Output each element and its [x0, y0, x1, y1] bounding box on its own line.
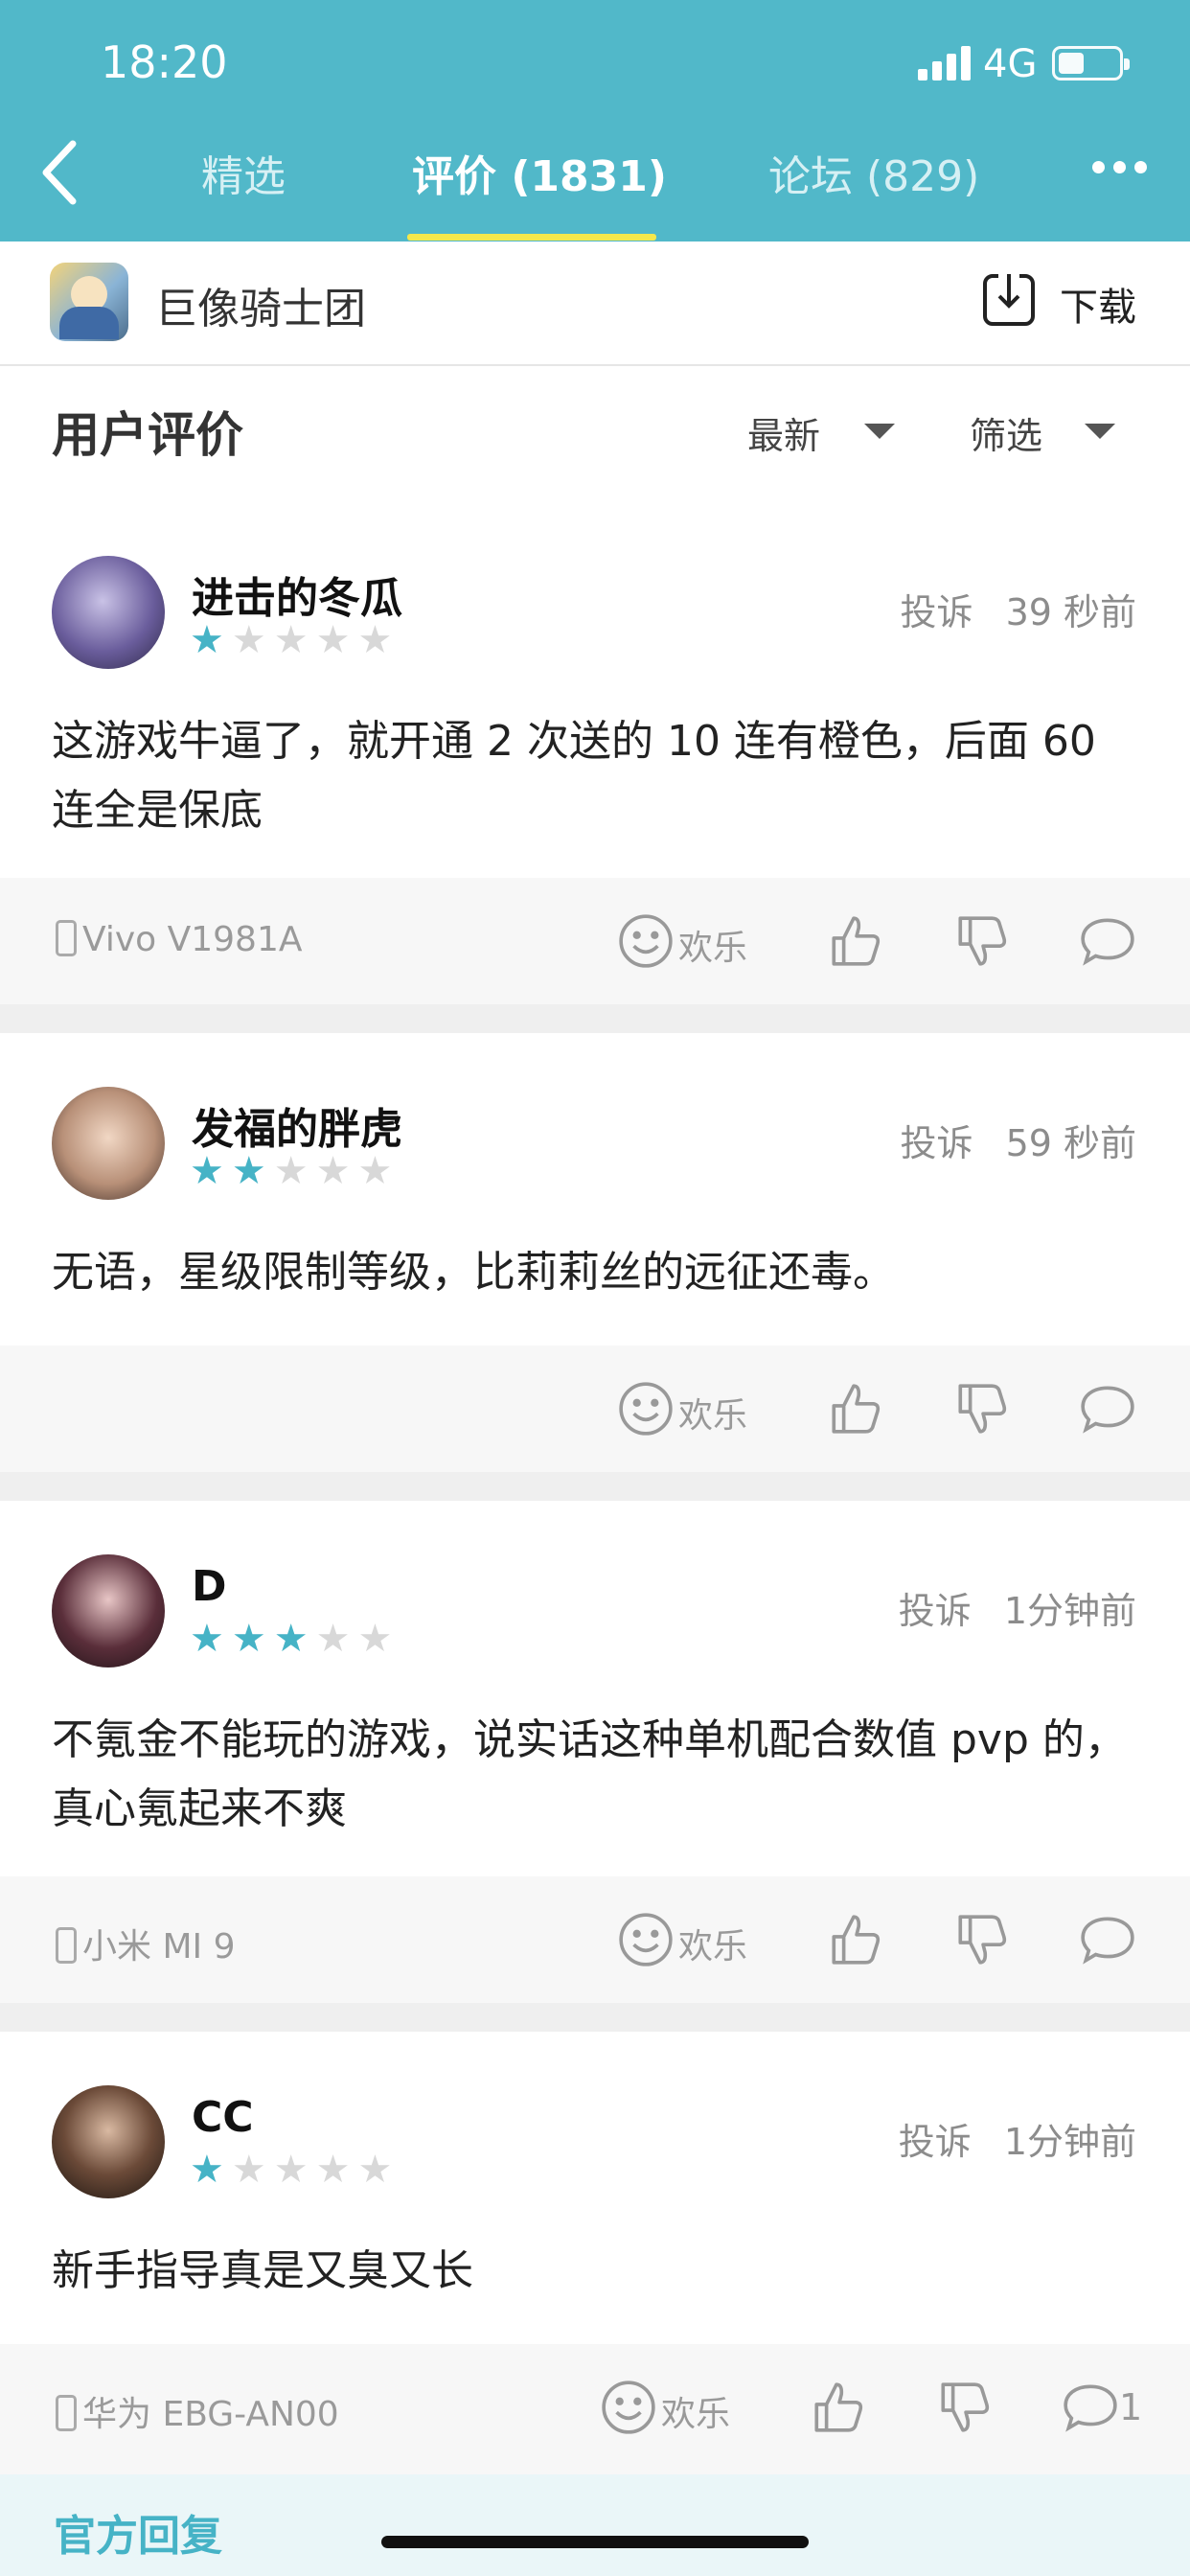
review-footer: 小米 MI 9 欢乐 — [0, 1876, 1190, 2003]
device-label: 华为 EBG-AN00 — [56, 2386, 339, 2436]
report-link[interactable]: 投诉 — [901, 1122, 973, 1164]
avatar[interactable] — [52, 2085, 165, 2198]
official-reply-label: 官方回复 — [54, 2512, 222, 2561]
avatar[interactable] — [52, 1087, 165, 1200]
network-label: 4G — [983, 42, 1038, 86]
username[interactable]: D — [192, 1562, 227, 1611]
divider — [0, 2003, 1190, 2032]
thumbs-up-icon[interactable] — [809, 2379, 866, 2436]
app-info-bar: 巨像骑士团 下载 — [0, 242, 1190, 366]
happy-face-icon[interactable] — [617, 1911, 675, 1968]
thumbs-down-icon[interactable] — [952, 1911, 1010, 1968]
phone-icon — [56, 2395, 77, 2431]
happy-face-icon[interactable] — [600, 2379, 657, 2436]
review-time: 39 秒前 — [1005, 591, 1136, 633]
official-reply-box[interactable]: 官方回复 — [0, 2474, 1190, 2576]
filter-dropdown[interactable]: 筛选 — [970, 406, 1042, 459]
review-footer: 华为 EBG-AN00 欢乐 1 — [0, 2344, 1190, 2474]
star-rating: ★★★★★ — [190, 618, 400, 662]
thumbs-up-icon[interactable] — [826, 1911, 883, 1968]
username[interactable]: 进击的冬瓜 — [192, 564, 402, 625]
signal-icon — [918, 46, 972, 80]
review-time: 59 秒前 — [1005, 1122, 1136, 1164]
app-name[interactable]: 巨像骑士团 — [155, 274, 366, 335]
top-header: 18:20 4G 精选 评价 (1831) 论坛 (829) — [0, 0, 1190, 242]
thumbs-down-icon[interactable] — [952, 912, 1010, 970]
review-text[interactable]: 这游戏牛逼了，就开通 2 次送的 10 连有橙色，后面 60 连全是保底 — [52, 707, 1144, 845]
star-rating: ★★★★★ — [190, 1617, 400, 1661]
username[interactable]: CC — [192, 2093, 254, 2142]
section-title: 用户评价 — [52, 407, 243, 463]
app-icon[interactable] — [50, 263, 128, 341]
report-link[interactable]: 投诉 — [901, 591, 973, 633]
active-tab-indicator — [407, 234, 656, 241]
thumbs-down-icon[interactable] — [952, 1380, 1010, 1438]
tab-forum[interactable]: 论坛 (829) — [768, 142, 979, 203]
tab-reviews[interactable]: 评价 (1831) — [412, 142, 667, 203]
avatar[interactable] — [52, 556, 165, 669]
happy-label[interactable]: 欢乐 — [678, 1919, 747, 1968]
device-label: Vivo V1981A — [56, 920, 302, 959]
thumbs-up-icon[interactable] — [826, 1380, 883, 1438]
download-button[interactable]: 下载 — [1060, 276, 1136, 332]
divider — [0, 1004, 1190, 1033]
review-text[interactable]: 无语，星级限制等级，比莉莉丝的远征还毒。 — [52, 1238, 1144, 1307]
review-footer: 欢乐 — [0, 1346, 1190, 1472]
happy-label[interactable]: 欢乐 — [678, 920, 747, 970]
happy-label[interactable]: 欢乐 — [678, 1388, 747, 1438]
comment-icon[interactable] — [1079, 912, 1136, 970]
comment-icon[interactable] — [1079, 1911, 1136, 1968]
star-rating: ★★★★★ — [190, 1149, 400, 1193]
happy-label[interactable]: 欢乐 — [661, 2386, 730, 2436]
comment-icon[interactable] — [1079, 1380, 1136, 1438]
star-rating: ★★★★★ — [190, 2148, 400, 2192]
comment-icon[interactable] — [1062, 2379, 1119, 2436]
reply-count[interactable]: 1 — [1119, 2386, 1142, 2428]
chevron-down-icon[interactable] — [1085, 424, 1115, 439]
phone-icon — [56, 1927, 77, 1964]
status-time: 18:20 — [101, 36, 228, 88]
home-indicator[interactable] — [381, 2536, 809, 2548]
battery-icon — [1052, 46, 1130, 80]
download-icon[interactable] — [981, 270, 1037, 328]
tab-featured[interactable]: 精选 — [201, 142, 286, 203]
more-icon[interactable] — [1092, 161, 1150, 176]
phone-icon — [56, 920, 77, 956]
username[interactable]: 发福的胖虎 — [192, 1094, 402, 1156]
happy-face-icon[interactable] — [617, 912, 675, 970]
back-arrow-icon[interactable] — [36, 134, 84, 211]
report-link[interactable]: 投诉 — [899, 2121, 972, 2163]
happy-face-icon[interactable] — [617, 1380, 675, 1438]
sort-dropdown[interactable]: 最新 — [747, 406, 820, 459]
review-footer: Vivo V1981A 欢乐 — [0, 878, 1190, 1004]
divider — [0, 1472, 1190, 1501]
device-label: 小米 MI 9 — [56, 1919, 235, 1968]
thumbs-up-icon[interactable] — [826, 912, 883, 970]
review-text[interactable]: 不氪金不能玩的游戏，说实话这种单机配合数值 pvp 的，真心氪起来不爽 — [52, 1706, 1144, 1844]
report-link[interactable]: 投诉 — [899, 1590, 972, 1632]
review-time: 1分钟前 — [1003, 1590, 1136, 1632]
avatar[interactable] — [52, 1554, 165, 1668]
review-time: 1分钟前 — [1003, 2121, 1136, 2163]
chevron-down-icon[interactable] — [864, 424, 895, 439]
thumbs-down-icon[interactable] — [935, 2379, 993, 2436]
review-text[interactable]: 新手指导真是又臭又长 — [52, 2237, 1144, 2306]
